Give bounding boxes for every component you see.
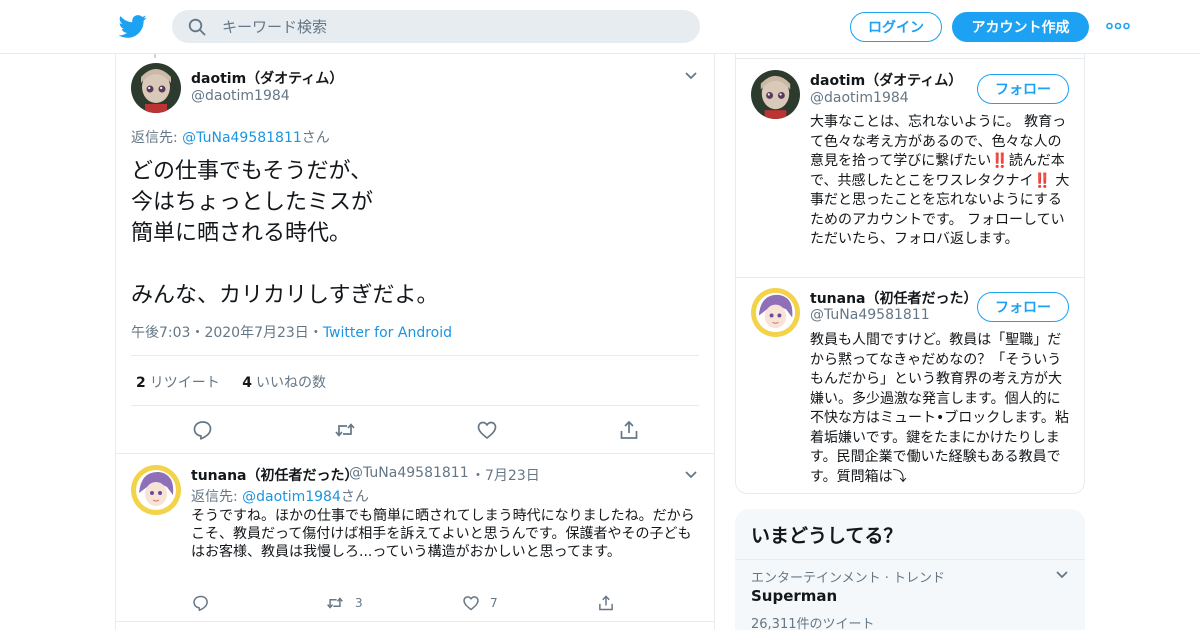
like-count: 4 xyxy=(242,375,252,391)
avatar[interactable] xyxy=(751,70,800,119)
follow-button[interactable]: フォロー xyxy=(977,292,1069,322)
heart-icon[interactable] xyxy=(476,419,498,441)
like-stat[interactable]: 4 いいねの数 xyxy=(242,375,326,391)
reply-to-suffix: さん xyxy=(301,130,330,146)
search-input[interactable] xyxy=(222,10,682,43)
profile-handle[interactable]: @TuNa49581811 xyxy=(810,307,930,323)
divider xyxy=(116,453,714,454)
retweet-label: リツイート xyxy=(149,375,220,391)
reply-to-line: 返信先: @TuNa49581811さん xyxy=(131,127,330,147)
meta-separator: ・ xyxy=(190,325,205,341)
tweet-meta: 午後7:03・2020年7月23日・Twitter for Android xyxy=(131,322,452,342)
trend-category: エンターテインメント · トレンド xyxy=(751,571,946,586)
avatar[interactable] xyxy=(131,465,181,515)
tweet-stats: 2 リツイート 4 いいねの数 xyxy=(136,372,326,392)
twitter-logo-icon[interactable] xyxy=(119,12,147,40)
reply-to-suffix: さん xyxy=(340,489,369,505)
more-options-icon[interactable] xyxy=(1106,22,1130,30)
signup-button[interactable]: アカウント作成 xyxy=(952,12,1089,42)
divider xyxy=(131,355,699,356)
search-bar[interactable] xyxy=(172,10,700,43)
trends-title: いまどうしてる？ xyxy=(751,525,903,547)
reply-icon[interactable] xyxy=(192,419,214,441)
tweet-source-link[interactable]: Twitter for Android xyxy=(323,325,452,341)
profile-name[interactable]: daotim（ダオティム） xyxy=(810,70,962,90)
tweet-time[interactable]: 午後7:03 xyxy=(131,325,190,341)
avatar[interactable] xyxy=(751,288,800,337)
divider xyxy=(736,277,1084,278)
tweet-author-handle[interactable]: @daotim1984 xyxy=(191,88,290,104)
avatar[interactable] xyxy=(131,63,181,113)
profile-bio: 大事なことは、忘れないように。 教育って色々な考え方があるので、色々な人の意見を… xyxy=(810,114,1070,247)
reply-to-link[interactable]: @TuNa49581811 xyxy=(182,130,302,146)
reply-text: そうですね。ほかの仕事でも簡単に晒されてしまう時代になりましたね。だからこそ、教… xyxy=(191,508,695,560)
share-icon[interactable] xyxy=(597,594,615,612)
avatar-daotim-image xyxy=(131,63,181,113)
avatar-tunana-image xyxy=(751,288,800,337)
retweet-count: 3 xyxy=(355,596,363,610)
share-icon[interactable] xyxy=(618,419,640,441)
profile-name[interactable]: tunana（初任者だった） xyxy=(810,288,978,308)
login-button[interactable]: ログイン xyxy=(850,12,942,42)
thread-line xyxy=(154,54,156,58)
reply-icon[interactable] xyxy=(192,594,210,612)
meta-separator: ・ xyxy=(308,325,323,341)
divider xyxy=(736,58,1084,59)
retweet-stat[interactable]: 2 リツイート xyxy=(136,375,220,391)
reply-to-line: 返信先: @daotim1984さん xyxy=(191,486,369,506)
trends-card: いまどうしてる？ エンターテインメント · トレンド Superman 26,3… xyxy=(735,509,1085,630)
reply-to-prefix: 返信先: xyxy=(131,130,183,146)
tweet-text: どの仕事でもそうだが、 今はちょっとしたミスが 簡単に晒される時代。 みんな、カ… xyxy=(131,159,439,308)
tweet-date[interactable]: 2020年7月23日 xyxy=(204,325,308,341)
profile-bio: 教員も人間ですけど。教員は「聖職」だから黙ってなきゃだめなの？「そういうもんだか… xyxy=(810,332,1069,485)
profile-handle[interactable]: @daotim1984 xyxy=(810,90,909,106)
trend-name: Superman xyxy=(751,587,838,605)
chevron-down-icon[interactable] xyxy=(1055,570,1069,580)
divider xyxy=(116,621,714,622)
follow-button[interactable]: フォロー xyxy=(977,74,1069,104)
retweet-icon[interactable] xyxy=(334,419,356,441)
reply-date[interactable]: ・7月23日 xyxy=(471,465,540,485)
reply-author-name[interactable]: tunana（初任者だった） xyxy=(191,465,359,485)
chevron-down-icon[interactable] xyxy=(684,470,698,480)
reply-to-link[interactable]: @daotim1984 xyxy=(242,489,341,505)
top-header: ログイン アカウント作成 xyxy=(0,0,1200,54)
trend-count: 26,311件のツイート xyxy=(751,617,875,630)
avatar-daotim-image xyxy=(751,70,800,119)
avatar-tunana-image xyxy=(131,465,181,515)
reply-to-prefix: 返信先: xyxy=(191,489,243,505)
search-icon xyxy=(188,18,206,36)
heart-icon[interactable] xyxy=(462,594,480,612)
like-label: いいねの数 xyxy=(255,375,326,391)
reply-author-handle[interactable]: @TuNa49581811 xyxy=(349,465,469,481)
tweet-column: daotim（ダオティム） @daotim1984 返信先: @TuNa4958… xyxy=(115,54,715,630)
like-count: 7 xyxy=(490,596,498,610)
divider xyxy=(735,559,1085,560)
retweet-count: 2 xyxy=(136,375,146,391)
chevron-down-icon[interactable] xyxy=(684,71,698,81)
divider xyxy=(131,405,699,406)
tweet-author-name[interactable]: daotim（ダオティム） xyxy=(191,68,343,88)
retweet-icon[interactable] xyxy=(326,594,344,612)
related-profiles-card: daotim（ダオティム） @daotim1984 フォロー 大事なことは、忘れ… xyxy=(735,54,1085,494)
